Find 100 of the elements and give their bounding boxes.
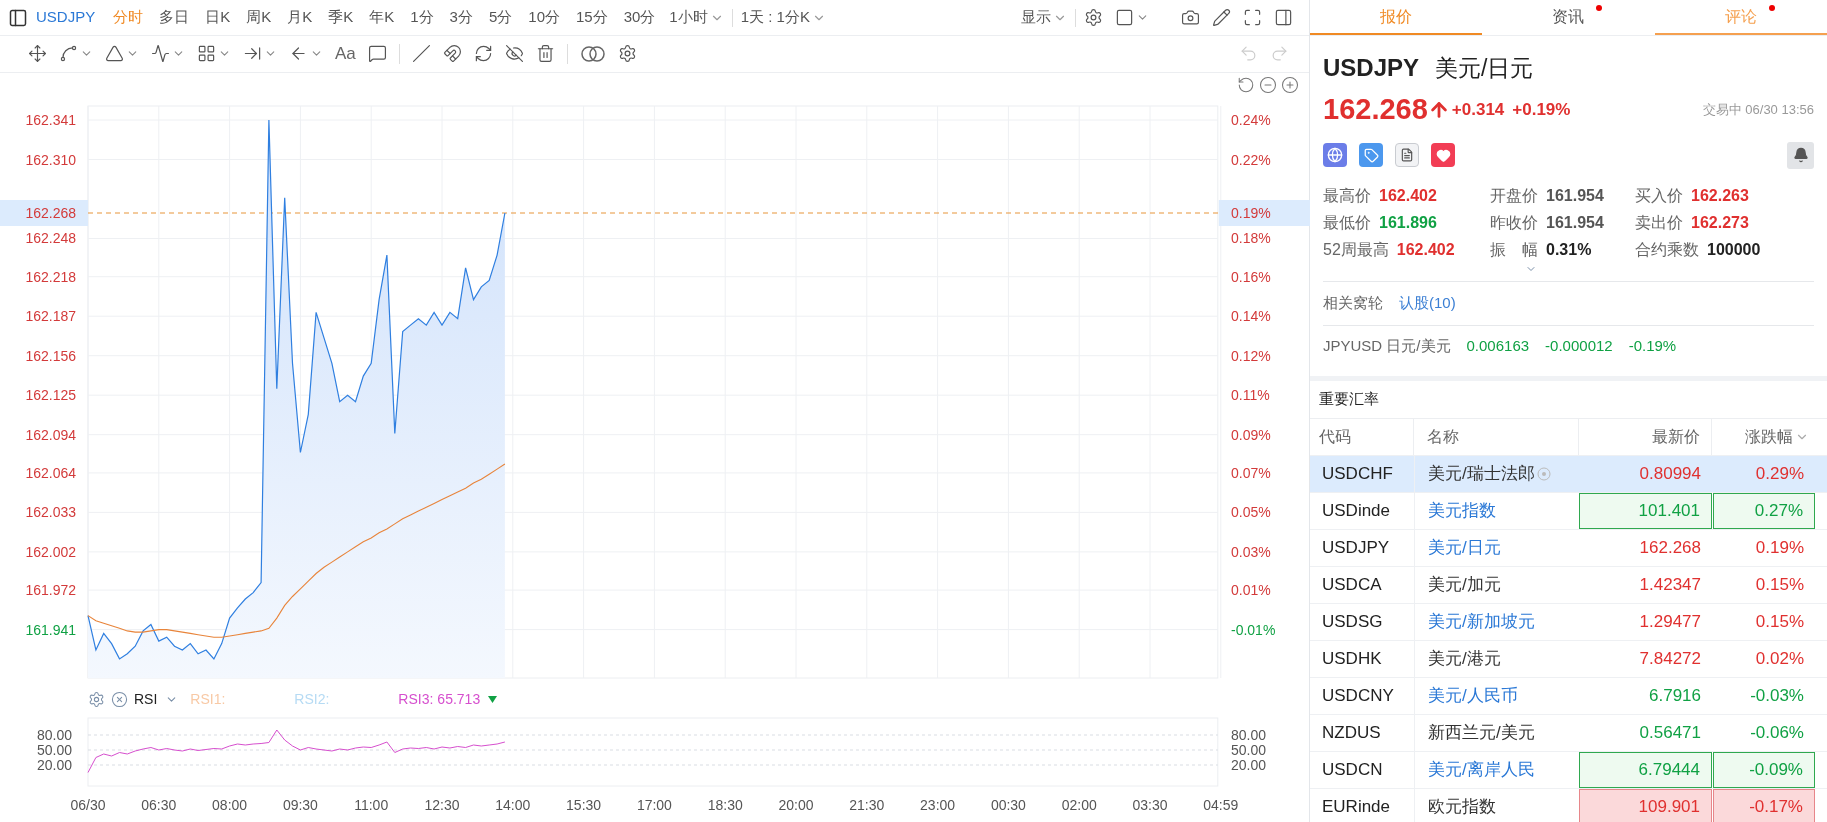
rate-row[interactable]: NZDUS 新西兰元/美元 0.56471 -0.06% xyxy=(1310,713,1827,751)
period-tab[interactable]: 年K xyxy=(361,6,403,29)
period-tab[interactable]: 10分 xyxy=(520,6,568,29)
inverse-change-percent: -0.19% xyxy=(1628,336,1677,357)
quote-name: 美元/日元 xyxy=(1435,54,1534,83)
gear-icon xyxy=(1084,8,1103,28)
change-cell-text: 0.15% xyxy=(1754,610,1805,633)
rate-row[interactable]: USDCHF 美元/瑞士法郎 0.80994 0.29% xyxy=(1310,454,1827,492)
reset-button[interactable] xyxy=(1237,76,1255,95)
price-axis-label: 162.156 xyxy=(25,347,76,364)
code-cell-text: USDSG xyxy=(1321,610,1384,633)
curve-icon xyxy=(59,44,78,64)
price-axis-label: 162.094 xyxy=(25,426,76,443)
quote-change: +0.314 xyxy=(1451,99,1505,121)
globe-icon xyxy=(1327,147,1343,163)
interval-dropdown[interactable]: 1小时 xyxy=(663,6,730,29)
rsi-value: 65.713 xyxy=(437,689,481,709)
globe-button[interactable] xyxy=(1323,143,1347,167)
rate-row[interactable]: USDCNY 美元/人民币 6.7916 -0.03% xyxy=(1310,676,1827,714)
period-tab[interactable]: 多日 xyxy=(151,6,198,29)
percent-axis-label: -0.01% xyxy=(1231,621,1276,638)
section-title: 重要汇率 xyxy=(1319,388,1379,409)
stat-label: 昨收价 xyxy=(1490,212,1538,233)
name-cell[interactable]: 美元/人民币 xyxy=(1428,682,1518,709)
change-cell-text: 0.19% xyxy=(1754,536,1805,559)
period-tab[interactable]: 30分 xyxy=(615,6,664,29)
period-tab[interactable]: 3分 xyxy=(441,6,481,29)
name-cell[interactable]: 美元/离岸人民 xyxy=(1428,756,1535,783)
name-cell[interactable]: 美元/新加坡元 xyxy=(1428,608,1535,635)
name-cell-text: 美元/港元 xyxy=(1428,647,1501,670)
tag-button[interactable] xyxy=(1359,143,1383,167)
rsi-line-label: RSI3: xyxy=(398,689,434,709)
quote-change-percent: +0.19% xyxy=(1512,99,1571,121)
rate-row[interactable]: USDinde 美元指数 101.401 0.27% xyxy=(1310,491,1827,529)
time-axis-label: 02:00 xyxy=(1061,797,1097,813)
period-tab[interactable]: 日K xyxy=(197,6,239,29)
warrants-link[interactable]: 认股(10) xyxy=(1399,291,1456,315)
period-tab[interactable]: 季K xyxy=(320,6,362,29)
zoom-out-button[interactable] xyxy=(1259,76,1277,95)
rsi-dropdown[interactable]: RSI xyxy=(134,688,179,710)
rsi-close-button[interactable] xyxy=(111,690,128,708)
heart-button[interactable] xyxy=(1431,143,1455,167)
rate-row[interactable]: USDCN 美元/离岸人民 6.79444 -0.09% xyxy=(1310,750,1827,788)
rsi-settings-button[interactable] xyxy=(88,690,105,708)
stat-label: 合约乘数 xyxy=(1635,239,1699,260)
period-tab[interactable]: 1分 xyxy=(402,6,442,29)
rsi-axis-label: 80.00 xyxy=(36,727,72,743)
bell-icon xyxy=(1792,147,1809,163)
bell-button[interactable] xyxy=(1787,141,1814,169)
display-dropdown[interactable]: 显示 xyxy=(1015,6,1073,29)
circles-icon xyxy=(579,44,606,63)
stat-value: 161.954 xyxy=(1546,185,1604,206)
name-cell[interactable]: 美元指数 xyxy=(1428,497,1496,524)
stat-value: 162.273 xyxy=(1691,212,1749,233)
zoom-in-button[interactable] xyxy=(1281,76,1299,95)
time-axis-label: 14:00 xyxy=(495,797,531,813)
rsi-axis-label: 50.00 xyxy=(36,742,72,758)
rsi-axis-label: 20.00 xyxy=(1231,757,1267,773)
triangle-icon xyxy=(105,44,124,64)
change-cell-text: -0.03% xyxy=(1749,684,1805,707)
text-tool[interactable]: Aa xyxy=(329,41,362,67)
code-cell-text: NZDUS xyxy=(1321,721,1382,744)
inverse-pair-label: JPYUSD 日元/美元 xyxy=(1323,336,1451,357)
rate-row[interactable]: USDCA 美元/加元 1.42347 0.15% xyxy=(1310,565,1827,603)
change-cell: -0.09% xyxy=(1713,751,1815,788)
sort-header[interactable]: 涨跌幅 xyxy=(1712,418,1815,455)
gear-icon xyxy=(617,44,637,64)
period-tab[interactable]: 15分 xyxy=(568,6,616,29)
zoom-out-icon xyxy=(1259,76,1277,95)
rate-row[interactable]: USDJPY 美元/日元 162.268 0.19% xyxy=(1310,528,1827,566)
name-cell-text: 美元/加元 xyxy=(1428,573,1501,596)
code-cell-text: USDJPY xyxy=(1321,536,1391,559)
period-tab[interactable]: 5分 xyxy=(480,6,521,29)
percent-axis-label: 0.14% xyxy=(1231,308,1271,325)
time-axis-label: 17:00 xyxy=(636,797,672,813)
inverse-price: 0.006163 xyxy=(1466,336,1530,357)
range-dropdown[interactable]: 1天 : 1分K xyxy=(734,6,832,29)
price-cell-text: 6.7916 xyxy=(1648,684,1702,707)
name-cell[interactable]: 美元/日元 xyxy=(1428,534,1501,561)
percent-axis-label: 0.05% xyxy=(1231,504,1271,521)
price-axis-label: 162.125 xyxy=(25,387,76,404)
price-cell: 6.79444 xyxy=(1579,751,1712,788)
code-cell-text: USDCA xyxy=(1321,573,1383,596)
current-price-label: 162.268 xyxy=(25,205,76,221)
document-button[interactable] xyxy=(1395,143,1419,167)
stat-label: 开盘价 xyxy=(1490,185,1538,206)
panel-tab[interactable]: 资讯 xyxy=(1482,0,1655,35)
price-axis-label: 162.002 xyxy=(25,543,76,560)
rate-row[interactable]: EURinde 欧元指数 109.901 -0.17% xyxy=(1310,787,1827,822)
rate-row[interactable]: USDSG 美元/新加坡元 1.29477 0.15% xyxy=(1310,602,1827,640)
period-tab[interactable]: 月K xyxy=(279,6,321,29)
name-cell-text: 美元/瑞士法郎 xyxy=(1428,462,1535,485)
rate-row[interactable]: USDHK 美元/港元 7.84272 0.02% xyxy=(1310,639,1827,677)
price-axis-label: 161.941 xyxy=(25,621,76,638)
price-axis-label: 162.341 xyxy=(25,112,76,128)
pencil-icon xyxy=(1212,8,1231,28)
price-axis-label: 162.248 xyxy=(25,230,76,247)
period-tab[interactable]: 周K xyxy=(238,6,280,29)
percent-axis-label: 0.24% xyxy=(1231,112,1271,128)
code-cell-text: USDCHF xyxy=(1321,462,1394,485)
